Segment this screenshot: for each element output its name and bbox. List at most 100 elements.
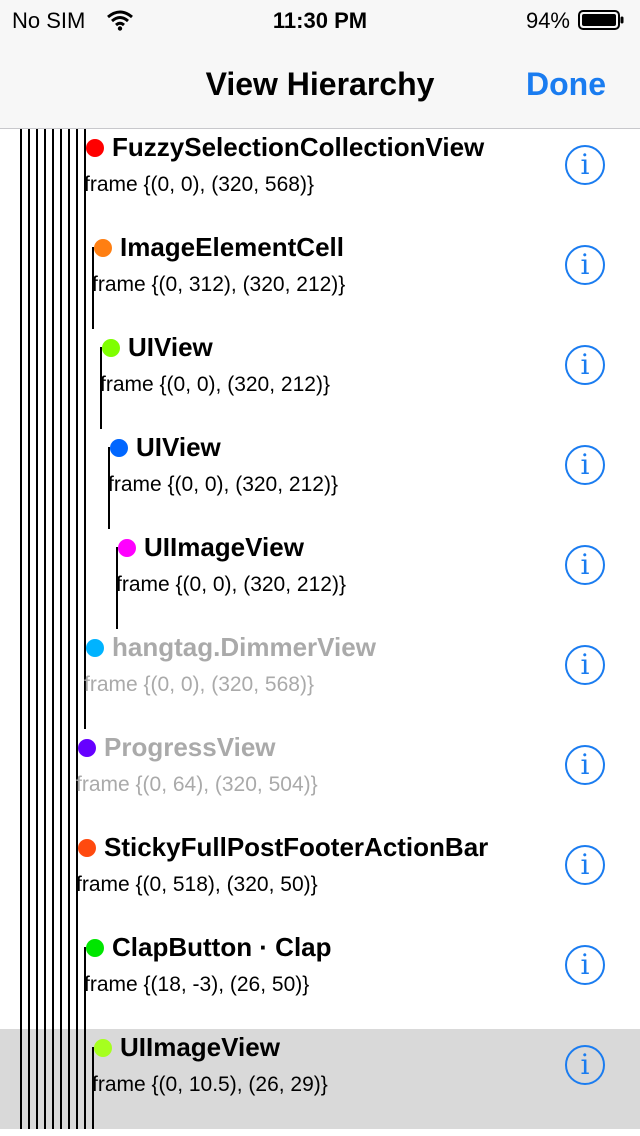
view-color-dot — [94, 1039, 112, 1057]
view-class-name: UIImageView — [120, 1032, 280, 1062]
view-class-name: UIView — [128, 332, 213, 362]
hierarchy-guide-line — [36, 629, 38, 729]
hierarchy-guide-line — [36, 529, 38, 629]
hierarchy-guide-line — [68, 729, 70, 829]
view-frame-text: frame {(0, 0), (320, 212)} — [116, 573, 346, 596]
info-icon[interactable]: i — [565, 945, 605, 985]
hierarchy-guide-line — [44, 729, 46, 829]
list-item[interactable]: ProgressView frame {(0, 64), (320, 504)} i — [0, 729, 640, 829]
hierarchy-guide-line — [68, 229, 70, 329]
hierarchy-guide-line — [76, 929, 78, 1029]
hierarchy-guide-line — [60, 629, 62, 729]
hierarchy-guide-line — [44, 629, 46, 729]
hierarchy-guide-line — [52, 229, 54, 329]
info-icon[interactable]: i — [565, 845, 605, 885]
hierarchy-guide-line — [52, 729, 54, 829]
list-item[interactable]: UIView frame {(0, 0), (320, 212)} i — [0, 329, 640, 429]
hierarchy-guide-line — [28, 729, 30, 829]
hierarchy-guide-line — [76, 529, 78, 629]
view-hierarchy-list[interactable]: FuzzySelectionCollectionView frame {(0, 0… — [0, 129, 640, 1136]
list-item[interactable]: ImageElementCell frame {(0, 312), (320, 2… — [0, 229, 640, 329]
hierarchy-guide-line — [28, 329, 30, 429]
hierarchy-guide-line — [20, 1029, 22, 1129]
list-item[interactable]: UIImageView frame {(0, 10.5), (26, 29)} i — [0, 1029, 640, 1129]
view-class-name: UIImageView — [144, 532, 304, 562]
view-color-dot — [86, 639, 104, 657]
info-icon[interactable]: i — [565, 545, 605, 585]
view-class-name: FuzzySelectionCollectionView — [112, 132, 485, 162]
info-icon[interactable]: i — [565, 245, 605, 285]
hierarchy-guide-line — [20, 629, 22, 729]
view-class-name: UIView — [136, 432, 221, 462]
view-frame-text: frame {(0, 312), (320, 212)} — [92, 273, 346, 296]
hierarchy-guide-line — [28, 829, 30, 929]
hierarchy-guide-line — [76, 129, 78, 229]
hierarchy-guide-line — [52, 929, 54, 1029]
hierarchy-guide-line — [20, 929, 22, 1029]
view-frame-text: frame {(0, 0), (320, 212)} — [100, 373, 330, 396]
hierarchy-guide-line — [36, 1029, 38, 1129]
hierarchy-guide-line — [36, 429, 38, 529]
done-button[interactable]: Done — [526, 66, 606, 103]
list-item[interactable]: hangtag.DimmerView frame {(0, 0), (320, 5… — [0, 629, 640, 729]
view-color-dot — [94, 239, 112, 257]
hierarchy-guide-line — [44, 929, 46, 1029]
info-icon[interactable]: i — [565, 445, 605, 485]
view-frame-text: frame {(0, 10.5), (26, 29)} — [92, 1073, 328, 1096]
hierarchy-guide-line — [52, 129, 54, 229]
list-item[interactable]: UIImageView frame {(0, 0), (320, 212)} i — [0, 529, 640, 629]
hierarchy-guide-line — [52, 1029, 54, 1129]
hierarchy-guide-line — [60, 429, 62, 529]
hierarchy-guide-line — [68, 829, 70, 929]
view-frame-text: frame {(0, 518), (320, 50)} — [76, 873, 318, 896]
hierarchy-guide-line — [28, 529, 30, 629]
info-icon[interactable]: i — [565, 745, 605, 785]
view-color-dot — [86, 139, 104, 157]
view-color-dot — [86, 939, 104, 957]
hierarchy-guide-line — [68, 629, 70, 729]
hierarchy-guide-line — [84, 529, 86, 629]
view-color-dot — [78, 839, 96, 857]
hierarchy-guide-line — [68, 529, 70, 629]
info-icon[interactable]: i — [565, 645, 605, 685]
hierarchy-guide-line — [52, 529, 54, 629]
hierarchy-guide-line — [20, 429, 22, 529]
view-frame-text: frame {(0, 64), (320, 504)} — [76, 773, 318, 796]
info-icon[interactable]: i — [565, 1045, 605, 1085]
hierarchy-guide-line — [44, 129, 46, 229]
info-icon[interactable]: i — [565, 145, 605, 185]
hierarchy-guide-line — [44, 429, 46, 529]
hierarchy-guide-line — [28, 129, 30, 229]
list-item[interactable]: UIView frame {(0, 0), (320, 212)} i — [0, 429, 640, 529]
hierarchy-guide-line — [68, 929, 70, 1029]
view-class-name: ProgressView — [104, 732, 276, 762]
view-class-name: StickyFullPostFooterActionBar — [104, 832, 489, 862]
hierarchy-guide-line — [68, 129, 70, 229]
view-frame-text: frame {(0, 0), (320, 568)} — [84, 173, 314, 196]
list-item[interactable]: ClapButton · Clap frame {(18, -3), (26, 5… — [0, 929, 640, 1029]
hierarchy-guide-line — [60, 729, 62, 829]
hierarchy-guide-line — [76, 629, 78, 729]
hierarchy-guide-line — [44, 829, 46, 929]
list-item[interactable]: StickyFullPostFooterActionBar frame {(0, … — [0, 829, 640, 929]
hierarchy-guide-line — [36, 229, 38, 329]
hierarchy-guide-line — [20, 529, 22, 629]
info-icon[interactable]: i — [565, 345, 605, 385]
hierarchy-guide-line — [28, 929, 30, 1029]
view-frame-text: frame {(0, 0), (320, 568)} — [84, 673, 314, 696]
hierarchy-guide-line — [84, 429, 86, 529]
hierarchy-guide-line — [20, 729, 22, 829]
list-item[interactable]: FuzzySelectionCollectionView frame {(0, 0… — [0, 129, 640, 229]
hierarchy-guide-line — [20, 829, 22, 929]
status-bar: No SIM 11:30 PM 94% — [0, 0, 640, 40]
view-class-name: hangtag.DimmerView — [112, 632, 376, 662]
hierarchy-guide-line — [28, 629, 30, 729]
hierarchy-guide-line — [52, 429, 54, 529]
view-frame-text: frame {(0, 0), (320, 212)} — [108, 473, 338, 496]
hierarchy-guide-line — [60, 529, 62, 629]
hierarchy-guide-line — [52, 629, 54, 729]
hierarchy-guide-line — [84, 329, 86, 429]
hierarchy-guide-line — [44, 529, 46, 629]
hierarchy-guide-line — [60, 929, 62, 1029]
hierarchy-guide-line — [20, 229, 22, 329]
